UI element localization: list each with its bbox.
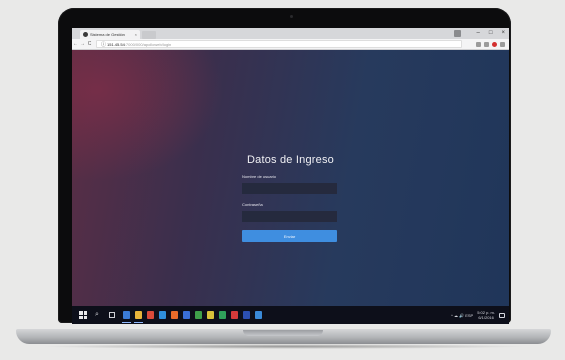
new-tab-button[interactable] <box>142 31 156 39</box>
login-title: Datos de Ingreso <box>247 154 334 166</box>
address-bar[interactable]: ⓘ 151.45.54 :7000/000/apolloweb/login <box>96 40 462 48</box>
taskbar-app-app-navy-icon[interactable] <box>243 311 250 319</box>
site-favicon-icon <box>83 32 88 37</box>
password-label: Contraseña <box>242 202 263 207</box>
back-arrow-icon[interactable]: ← <box>72 41 79 47</box>
window-controls: – □ × <box>477 28 505 39</box>
close-window-button[interactable]: × <box>501 28 505 39</box>
taskbar-app-app-green-icon[interactable] <box>195 311 202 319</box>
taskbar-app-app-orange-icon[interactable] <box>171 311 178 319</box>
tray-icons[interactable]: ^ ☁ 🔊 ESP <box>451 313 473 318</box>
webcam-icon <box>290 15 293 18</box>
taskbar-app-file-explorer-icon[interactable] <box>134 311 143 323</box>
login-page: Datos de Ingreso Nombre de usuario Contr… <box>72 50 509 306</box>
submit-button[interactable]: Enviar <box>242 230 337 242</box>
browser-tab[interactable]: Sistema de Gestión × <box>80 30 140 39</box>
clock-date: 6/1/2016 <box>478 315 494 320</box>
extension-icon[interactable] <box>476 41 481 47</box>
taskbar: ⌕ ^ ☁ 🔊 ESP 5:02 p. m. 6/1/2016 <box>72 306 509 324</box>
menu-icon[interactable] <box>500 41 505 47</box>
taskbar-app-app-blue-2-icon[interactable] <box>255 311 262 319</box>
info-icon[interactable]: ⓘ <box>100 41 107 48</box>
url-path: :7000/000/apolloweb/login <box>124 41 172 47</box>
action-center-icon[interactable] <box>499 312 505 318</box>
password-input[interactable] <box>242 211 337 222</box>
reload-icon[interactable]: C <box>86 41 93 47</box>
tab-close-icon[interactable]: × <box>135 32 140 37</box>
tab-title: Sistema de Gestión <box>90 32 125 37</box>
browser-tab-strip: Sistema de Gestión × – □ × <box>72 28 509 39</box>
laptop-screen: Sistema de Gestión × – □ × ← → C ⓘ 151.4… <box>72 28 509 324</box>
taskbar-app-app-blue-icon[interactable] <box>183 311 190 319</box>
laptop-shadow <box>40 344 527 349</box>
search-icon[interactable]: ⌕ <box>95 311 99 319</box>
task-view-icon[interactable] <box>109 312 115 318</box>
forward-arrow-icon[interactable]: → <box>79 41 86 47</box>
taskbar-app-app-green-2-icon[interactable] <box>219 311 226 319</box>
windows-start-icon[interactable] <box>79 311 87 319</box>
url-host: 151.45.54 <box>107 41 125 47</box>
extension-area <box>476 40 505 48</box>
bookmark-icon[interactable] <box>484 41 489 47</box>
username-input[interactable] <box>242 183 337 194</box>
laptop-base-notch <box>243 330 323 336</box>
username-label: Nombre de usuario <box>242 174 277 179</box>
taskbar-app-app-yellow-icon[interactable] <box>207 311 214 319</box>
minimize-button[interactable]: – <box>477 28 480 39</box>
taskbar-app-edge-icon[interactable] <box>122 311 131 323</box>
system-tray: ^ ☁ 🔊 ESP 5:02 p. m. 6/1/2016 <box>451 306 505 324</box>
maximize-button[interactable]: □ <box>489 28 493 39</box>
taskbar-app-chrome-icon[interactable] <box>147 311 154 319</box>
taskbar-app-app-red-icon[interactable] <box>231 311 238 319</box>
profile-icon[interactable] <box>454 30 461 37</box>
adblock-extension-icon[interactable] <box>492 41 497 47</box>
taskbar-app-store-icon[interactable] <box>159 311 166 319</box>
browser-toolbar: ← → C ⓘ 151.45.54 :7000/000/apolloweb/lo… <box>72 39 509 50</box>
clock[interactable]: 5:02 p. m. 6/1/2016 <box>477 310 495 320</box>
